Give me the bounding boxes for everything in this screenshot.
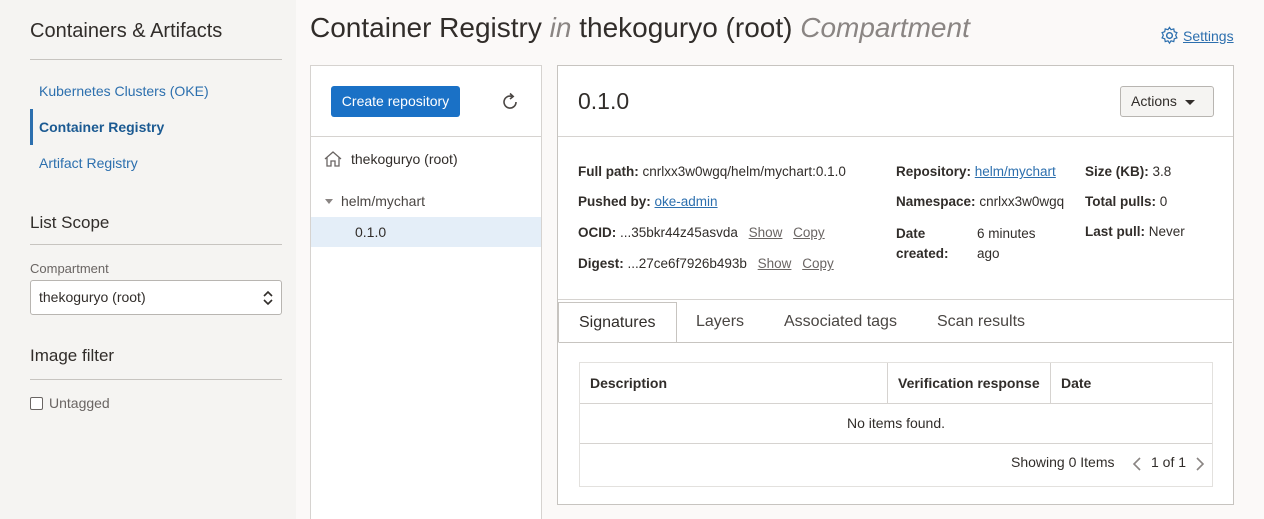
ocid-label: OCID: — [578, 225, 617, 240]
size-label: Size (KB): — [1085, 164, 1149, 179]
digest-value: ...27ce6f7926b493b — [627, 256, 747, 271]
compartment-select[interactable]: thekoguryo (root) — [30, 280, 282, 315]
digest-label: Digest: — [578, 256, 624, 271]
settings-label: Settings — [1183, 27, 1234, 44]
sidebar: Containers & Artifacts Kubernetes Cluste… — [0, 0, 296, 519]
ocid-copy-link[interactable]: Copy — [793, 225, 825, 240]
list-scope-heading: List Scope — [30, 213, 110, 232]
column-header-verification-response[interactable]: Verification response — [888, 363, 1051, 403]
ocid-show-link[interactable]: Show — [749, 225, 783, 240]
divider — [30, 59, 282, 60]
divider — [580, 443, 1212, 444]
full-path-field: Full path: cnrlxx3w0wgq/helm/mychart:0.1… — [578, 164, 846, 179]
date-created-label-line1: Date — [896, 226, 926, 241]
untagged-label: Untagged — [49, 395, 110, 411]
create-repository-button[interactable]: Create repository — [331, 86, 460, 117]
compartment-select-value: thekoguryo (root) — [39, 289, 146, 305]
divider — [558, 299, 1233, 300]
updown-chevron-icon — [263, 290, 273, 306]
page-title-compartment: thekoguryo (root) — [579, 12, 793, 43]
date-created-label-line2: created: — [896, 246, 949, 261]
repository-field: Repository: helm/mychart — [896, 164, 1056, 179]
image-detail-panel: 0.1.0 Actions Full path: cnrlxx3w0wgq/he… — [557, 65, 1234, 505]
refresh-icon[interactable] — [499, 91, 521, 113]
sidebar-item-kubernetes-clusters[interactable]: Kubernetes Clusters (OKE) — [30, 73, 282, 109]
pushed-by-link[interactable]: oke-admin — [655, 194, 718, 209]
image-title: 0.1.0 — [578, 88, 630, 114]
namespace-value: cnrlxx3w0wgq — [979, 194, 1065, 209]
digest-copy-link[interactable]: Copy — [802, 256, 834, 271]
sidebar-title: Containers & Artifacts — [30, 20, 223, 42]
settings-link[interactable]: Settings — [1160, 26, 1234, 45]
sidebar-item-container-registry[interactable]: Container Registry — [30, 109, 282, 145]
tree-image-version[interactable]: 0.1.0 — [311, 217, 541, 247]
tree-repository[interactable]: helm/mychart — [325, 193, 425, 209]
total-pulls-label: Total pulls: — [1085, 194, 1156, 209]
namespace-label: Namespace: — [896, 194, 976, 209]
date-created-value-line2: ago — [977, 246, 1000, 261]
page-title: Container Registry in thekoguryo (root) … — [310, 12, 970, 44]
date-created-label: Date created: — [896, 224, 949, 264]
chevron-left-icon[interactable] — [1132, 456, 1142, 472]
divider — [30, 379, 282, 380]
page-title-suffix: Compartment — [800, 12, 970, 43]
column-header-description[interactable]: Description — [580, 363, 888, 403]
signatures-tab-panel: Description Verification response Date N… — [559, 342, 1232, 504]
namespace-field: Namespace: cnrlxx3w0wgq — [896, 194, 1064, 209]
collapse-caret-icon[interactable] — [325, 198, 333, 204]
gear-icon — [1161, 26, 1178, 45]
untagged-filter[interactable]: Untagged — [30, 395, 110, 411]
size-field: Size (KB): 3.8 — [1085, 164, 1171, 179]
actions-dropdown-button[interactable]: Actions — [1120, 86, 1214, 117]
last-pull-value: Never — [1148, 224, 1185, 239]
page-title-in: in — [549, 12, 572, 43]
last-pull-field: Last pull: Never — [1085, 224, 1185, 239]
date-created-value-line1: 6 minutes — [977, 226, 1036, 241]
pushed-by-field: Pushed by: oke-admin — [578, 194, 718, 209]
digest-show-link[interactable]: Show — [758, 256, 792, 271]
signatures-table: Description Verification response Date N… — [579, 362, 1213, 487]
full-path-value: cnrlxx3w0wgq/helm/mychart:0.1.0 — [642, 164, 846, 179]
full-path-label: Full path: — [578, 164, 639, 179]
tree-root-label: thekoguryo (root) — [351, 151, 458, 167]
divider — [30, 244, 282, 245]
ocid-field: OCID: ...35bkr44z45asvda Show Copy — [578, 225, 825, 240]
untagged-checkbox[interactable] — [30, 396, 43, 410]
repository-tree-panel: Create repository thekoguryo (root) helm… — [310, 65, 542, 519]
pushed-by-label: Pushed by: — [578, 194, 651, 209]
repository-label: Repository: — [896, 164, 972, 179]
digest-field: Digest: ...27ce6f7926b493b Show Copy — [578, 256, 834, 271]
total-pulls-field: Total pulls: 0 — [1085, 194, 1167, 209]
compartment-label: Compartment — [30, 261, 109, 276]
empty-state-text: No items found. — [846, 415, 946, 431]
tab-layers[interactable]: Layers — [676, 302, 764, 342]
tree-repository-label: helm/mychart — [341, 193, 426, 209]
divider — [558, 136, 1233, 137]
sidebar-item-artifact-registry[interactable]: Artifact Registry — [30, 145, 282, 181]
image-filter-heading: Image filter — [30, 346, 115, 365]
chevron-right-icon[interactable] — [1195, 456, 1205, 472]
last-pull-label: Last pull: — [1085, 224, 1145, 239]
divider — [311, 136, 541, 137]
tree-root-compartment[interactable]: thekoguryo (root) — [323, 150, 458, 168]
size-value: 3.8 — [1152, 164, 1172, 179]
tab-scan-results[interactable]: Scan results — [917, 302, 1045, 342]
tab-signatures[interactable]: Signatures — [558, 302, 677, 343]
column-header-date[interactable]: Date — [1051, 363, 1212, 403]
home-icon — [324, 151, 342, 167]
actions-label: Actions — [1131, 93, 1177, 109]
repository-link[interactable]: helm/mychart — [975, 164, 1056, 179]
items-count: Showing 0 Items — [1011, 454, 1115, 470]
tab-associated-tags[interactable]: Associated tags — [764, 302, 917, 342]
ocid-value: ...35bkr44z45asvda — [620, 225, 738, 240]
caret-down-icon — [1185, 100, 1195, 105]
date-created-value: 6 minutes ago — [977, 224, 1036, 264]
page-indicator: 1 of 1 — [1151, 454, 1187, 470]
total-pulls-value: 0 — [1159, 194, 1168, 209]
page-title-main: Container Registry — [310, 12, 542, 43]
